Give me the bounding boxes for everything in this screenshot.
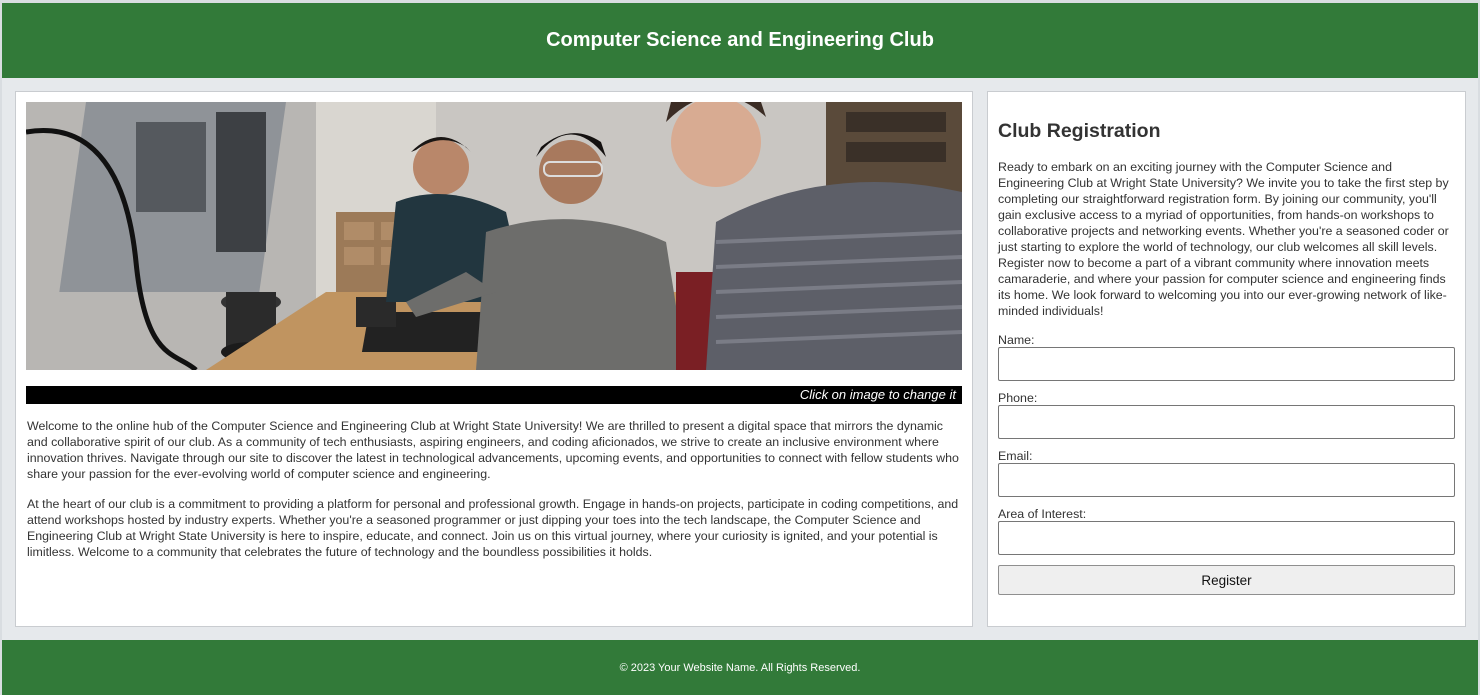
- registration-title: Club Registration: [998, 120, 1161, 142]
- registration-intro: Ready to embark on an exciting journey w…: [998, 160, 1449, 318]
- name-label: Name:: [998, 333, 1035, 347]
- register-button[interactable]: Register: [998, 565, 1455, 595]
- main-content-panel: Click on image to change it Welcome to t…: [15, 91, 973, 627]
- site-header: Computer Science and Engineering Club: [2, 3, 1478, 78]
- name-field-group: Name:: [998, 333, 1455, 381]
- registration-form: Name: Phone: Email: Area of Interest: Re…: [998, 333, 1455, 595]
- name-input[interactable]: [998, 347, 1455, 381]
- copyright-text: © 2023 Your Website Name. All Rights Res…: [619, 661, 861, 674]
- email-label: Email:: [998, 449, 1033, 463]
- hero-image[interactable]: [26, 102, 962, 370]
- interest-field-group: Area of Interest:: [998, 507, 1455, 555]
- interest-input[interactable]: [998, 521, 1455, 555]
- interest-label: Area of Interest:: [998, 507, 1087, 521]
- hero-photo-students-lab[interactable]: [26, 102, 962, 370]
- registration-panel: Club Registration Ready to embark on an …: [987, 91, 1466, 627]
- phone-label: Phone:: [998, 391, 1038, 405]
- intro-text: Welcome to the online hub of the Compute…: [27, 418, 961, 574]
- intro-paragraph: At the heart of our club is a commitment…: [27, 497, 959, 559]
- site-footer: © 2023 Your Website Name. All Rights Res…: [2, 640, 1478, 695]
- phone-field-group: Phone:: [998, 391, 1455, 439]
- hero-caption: Click on image to change it: [26, 386, 962, 404]
- site-title: Computer Science and Engineering Club: [546, 29, 934, 51]
- phone-input[interactable]: [998, 405, 1455, 439]
- email-input[interactable]: [998, 463, 1455, 497]
- email-field-group: Email:: [998, 449, 1455, 497]
- intro-paragraph: Welcome to the online hub of the Compute…: [27, 419, 959, 481]
